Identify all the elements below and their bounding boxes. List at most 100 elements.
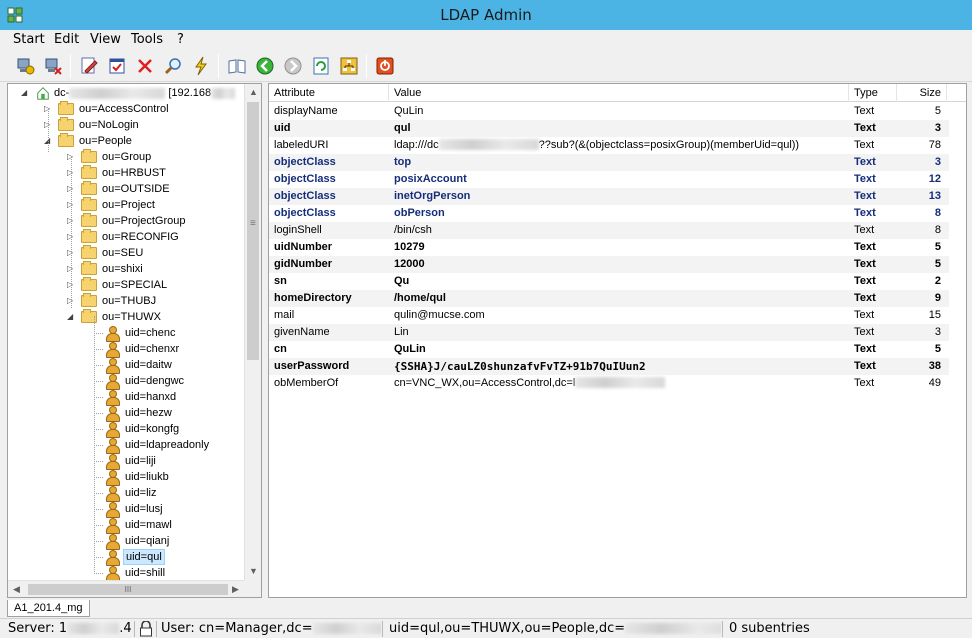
table-row[interactable]: objectClass top Text 3 xyxy=(269,153,949,171)
user-icon xyxy=(104,422,120,438)
tree-node-label: uid=liukb xyxy=(125,471,169,483)
user-icon xyxy=(104,438,120,454)
menu-tools[interactable]: Tools xyxy=(131,32,163,47)
menu-edit[interactable]: Edit xyxy=(54,32,79,47)
table-row[interactable]: uid qul Text 3 xyxy=(269,119,949,137)
attribute-name-cell: objectClass xyxy=(274,155,336,168)
table-row[interactable]: objectClass posixAccount Text 12 xyxy=(269,171,949,188)
table-row[interactable]: userPassword {SSHA}J/cauLZ0shunzafvFvTZ+9… xyxy=(269,357,949,375)
column-size[interactable]: Size xyxy=(897,84,947,102)
folder-icon xyxy=(81,213,97,228)
user-icon xyxy=(104,550,120,566)
column-type[interactable]: Type xyxy=(849,84,897,102)
tree-node-label: ou=AccessControl xyxy=(79,103,169,115)
attribute-size-cell: 5 xyxy=(934,240,941,253)
menu-view[interactable]: View xyxy=(90,32,121,47)
tree-node-label: uid=lusj xyxy=(125,503,163,515)
table-row[interactable]: labeledURI ldap:///dc ??sub?(&(objectclass… xyxy=(269,137,949,154)
back-icon[interactable] xyxy=(254,55,276,77)
folder-icon xyxy=(81,245,97,260)
table-row[interactable]: loginShell/bin/csh Text 8 xyxy=(269,221,949,239)
tree-node-label: uid=mawl xyxy=(125,519,172,531)
scroll-up-icon[interactable]: ▲ xyxy=(245,84,261,101)
attribute-name-cell: labeledURI xyxy=(274,138,329,151)
folder-icon xyxy=(58,101,74,116)
tree-node-label: uid=qul xyxy=(123,549,165,565)
tree-node-label: uid=chenc xyxy=(125,327,176,339)
search-icon[interactable] xyxy=(162,55,184,77)
menu-help[interactable]: ? xyxy=(177,32,184,47)
table-row[interactable]: objectClass obPerson Text 8 xyxy=(269,205,949,222)
menu-start[interactable]: Start xyxy=(13,32,45,47)
column-value[interactable]: Value xyxy=(389,84,849,102)
tree-node-label: uid=ldapreadonly xyxy=(125,439,210,451)
tree-node-label: uid=liji xyxy=(125,455,156,467)
directory-tree[interactable]: ◢ dc- [192.168 ▷ ou=AccessControl ▷ ou=NoLo… xyxy=(7,83,262,598)
status-subentries: 0 subentries xyxy=(729,621,810,636)
user-icon xyxy=(104,342,120,358)
tab-connection[interactable]: A1_201.4_mg xyxy=(7,600,90,617)
folder-icon xyxy=(81,277,97,292)
refresh-icon[interactable] xyxy=(310,55,332,77)
attribute-value-cell: /home/qul xyxy=(394,291,446,304)
attribute-size-cell: 5 xyxy=(934,104,941,117)
collapse-icon[interactable]: ◢ xyxy=(21,89,29,97)
scroll-left-icon[interactable]: ◀ xyxy=(8,581,25,597)
forward-icon[interactable] xyxy=(282,55,304,77)
tree-vertical-scrollbar[interactable]: ▲ ▼ xyxy=(244,84,261,580)
attribute-value-cell: 12000 xyxy=(394,257,425,270)
scroll-right-icon[interactable]: ▶ xyxy=(227,581,244,597)
attribute-type-cell: Text xyxy=(854,240,876,253)
exit-icon[interactable] xyxy=(374,55,396,77)
tree-node-label: ou=HRBUST xyxy=(102,167,166,179)
tree-scroll-thumb[interactable] xyxy=(247,102,259,360)
tree-node-label: uid=chenxr xyxy=(125,343,180,355)
edit-entry-icon[interactable] xyxy=(78,55,100,77)
attribute-type-cell: Text xyxy=(854,257,876,270)
tree-node-label: ou=Group xyxy=(102,151,152,163)
tree-node-label: ou=THUBJ xyxy=(102,295,157,307)
attribute-type-cell: Text xyxy=(854,274,876,287)
schema-icon[interactable] xyxy=(338,55,360,77)
scroll-down-icon[interactable]: ▼ xyxy=(245,563,261,580)
table-row[interactable]: givenName Lin Text 3 xyxy=(269,323,949,341)
attribute-value-cell: cn=VNC_WX,ou=AccessControl,dc=l xyxy=(394,375,849,392)
table-row[interactable]: cn QuLin Text 5 xyxy=(269,341,949,358)
table-row[interactable]: uidNumber 10279 Text 5 xyxy=(269,239,949,256)
tree-horizontal-scrollbar[interactable]: ◀ III ▶ xyxy=(8,580,244,597)
user-icon xyxy=(104,454,120,470)
attribute-type-cell: Text xyxy=(854,172,876,185)
attribute-type-cell: Text xyxy=(854,376,875,389)
table-row[interactable]: homeDirectory/home/qul Text 9 xyxy=(269,289,949,307)
attribute-size-cell: 78 xyxy=(928,138,941,151)
splitter-grip-icon[interactable]: ≡ xyxy=(250,218,256,229)
bookmarks-icon[interactable] xyxy=(226,55,248,77)
folder-icon xyxy=(58,117,74,132)
table-row[interactable]: obMemberOf cn=VNC_WX,ou=AccessControl,dc=… xyxy=(269,375,949,392)
attribute-size-cell: 15 xyxy=(928,308,941,321)
table-row[interactable]: sn Qu Text 2 xyxy=(269,273,949,290)
table-row[interactable]: objectClass inetOrgPerson Text 13 xyxy=(269,187,949,205)
user-icon xyxy=(104,374,120,390)
attributes-table[interactable]: Attribute Value Type Size displayName QuL… xyxy=(268,83,967,598)
delete-icon[interactable] xyxy=(134,55,156,77)
properties-icon[interactable] xyxy=(106,55,128,77)
attribute-value-cell: obPerson xyxy=(394,206,445,219)
attribute-name-cell: gidNumber xyxy=(274,257,333,270)
column-attribute[interactable]: Attribute xyxy=(269,84,389,102)
table-row[interactable]: gidNumber 12000 Text 5 xyxy=(269,255,949,273)
table-row[interactable]: displayName QuLin Text 5 xyxy=(269,103,949,120)
connect-icon[interactable] xyxy=(14,55,36,77)
attribute-size-cell: 2 xyxy=(934,274,941,287)
attribute-value-cell: qul xyxy=(394,121,411,134)
attribute-value-cell: {SSHA}J/cauLZ0shunzafvFvTZ+91b7QuIUun2 xyxy=(394,359,646,373)
tree-hscroll-thumb[interactable]: III xyxy=(28,584,228,595)
lightning-icon[interactable] xyxy=(190,55,212,77)
menu-bar: Start Edit View Tools ? xyxy=(0,30,972,50)
status-user: User: cn=Manager,dc= xyxy=(161,620,381,638)
attribute-size-cell: 3 xyxy=(934,121,941,134)
table-row[interactable]: mail qulin@mucse.com Text 15 xyxy=(269,307,949,324)
collapse-icon[interactable]: ◢ xyxy=(67,313,75,321)
tree-root-suffix: [192.168 xyxy=(168,87,212,99)
disconnect-icon[interactable] xyxy=(42,55,64,77)
